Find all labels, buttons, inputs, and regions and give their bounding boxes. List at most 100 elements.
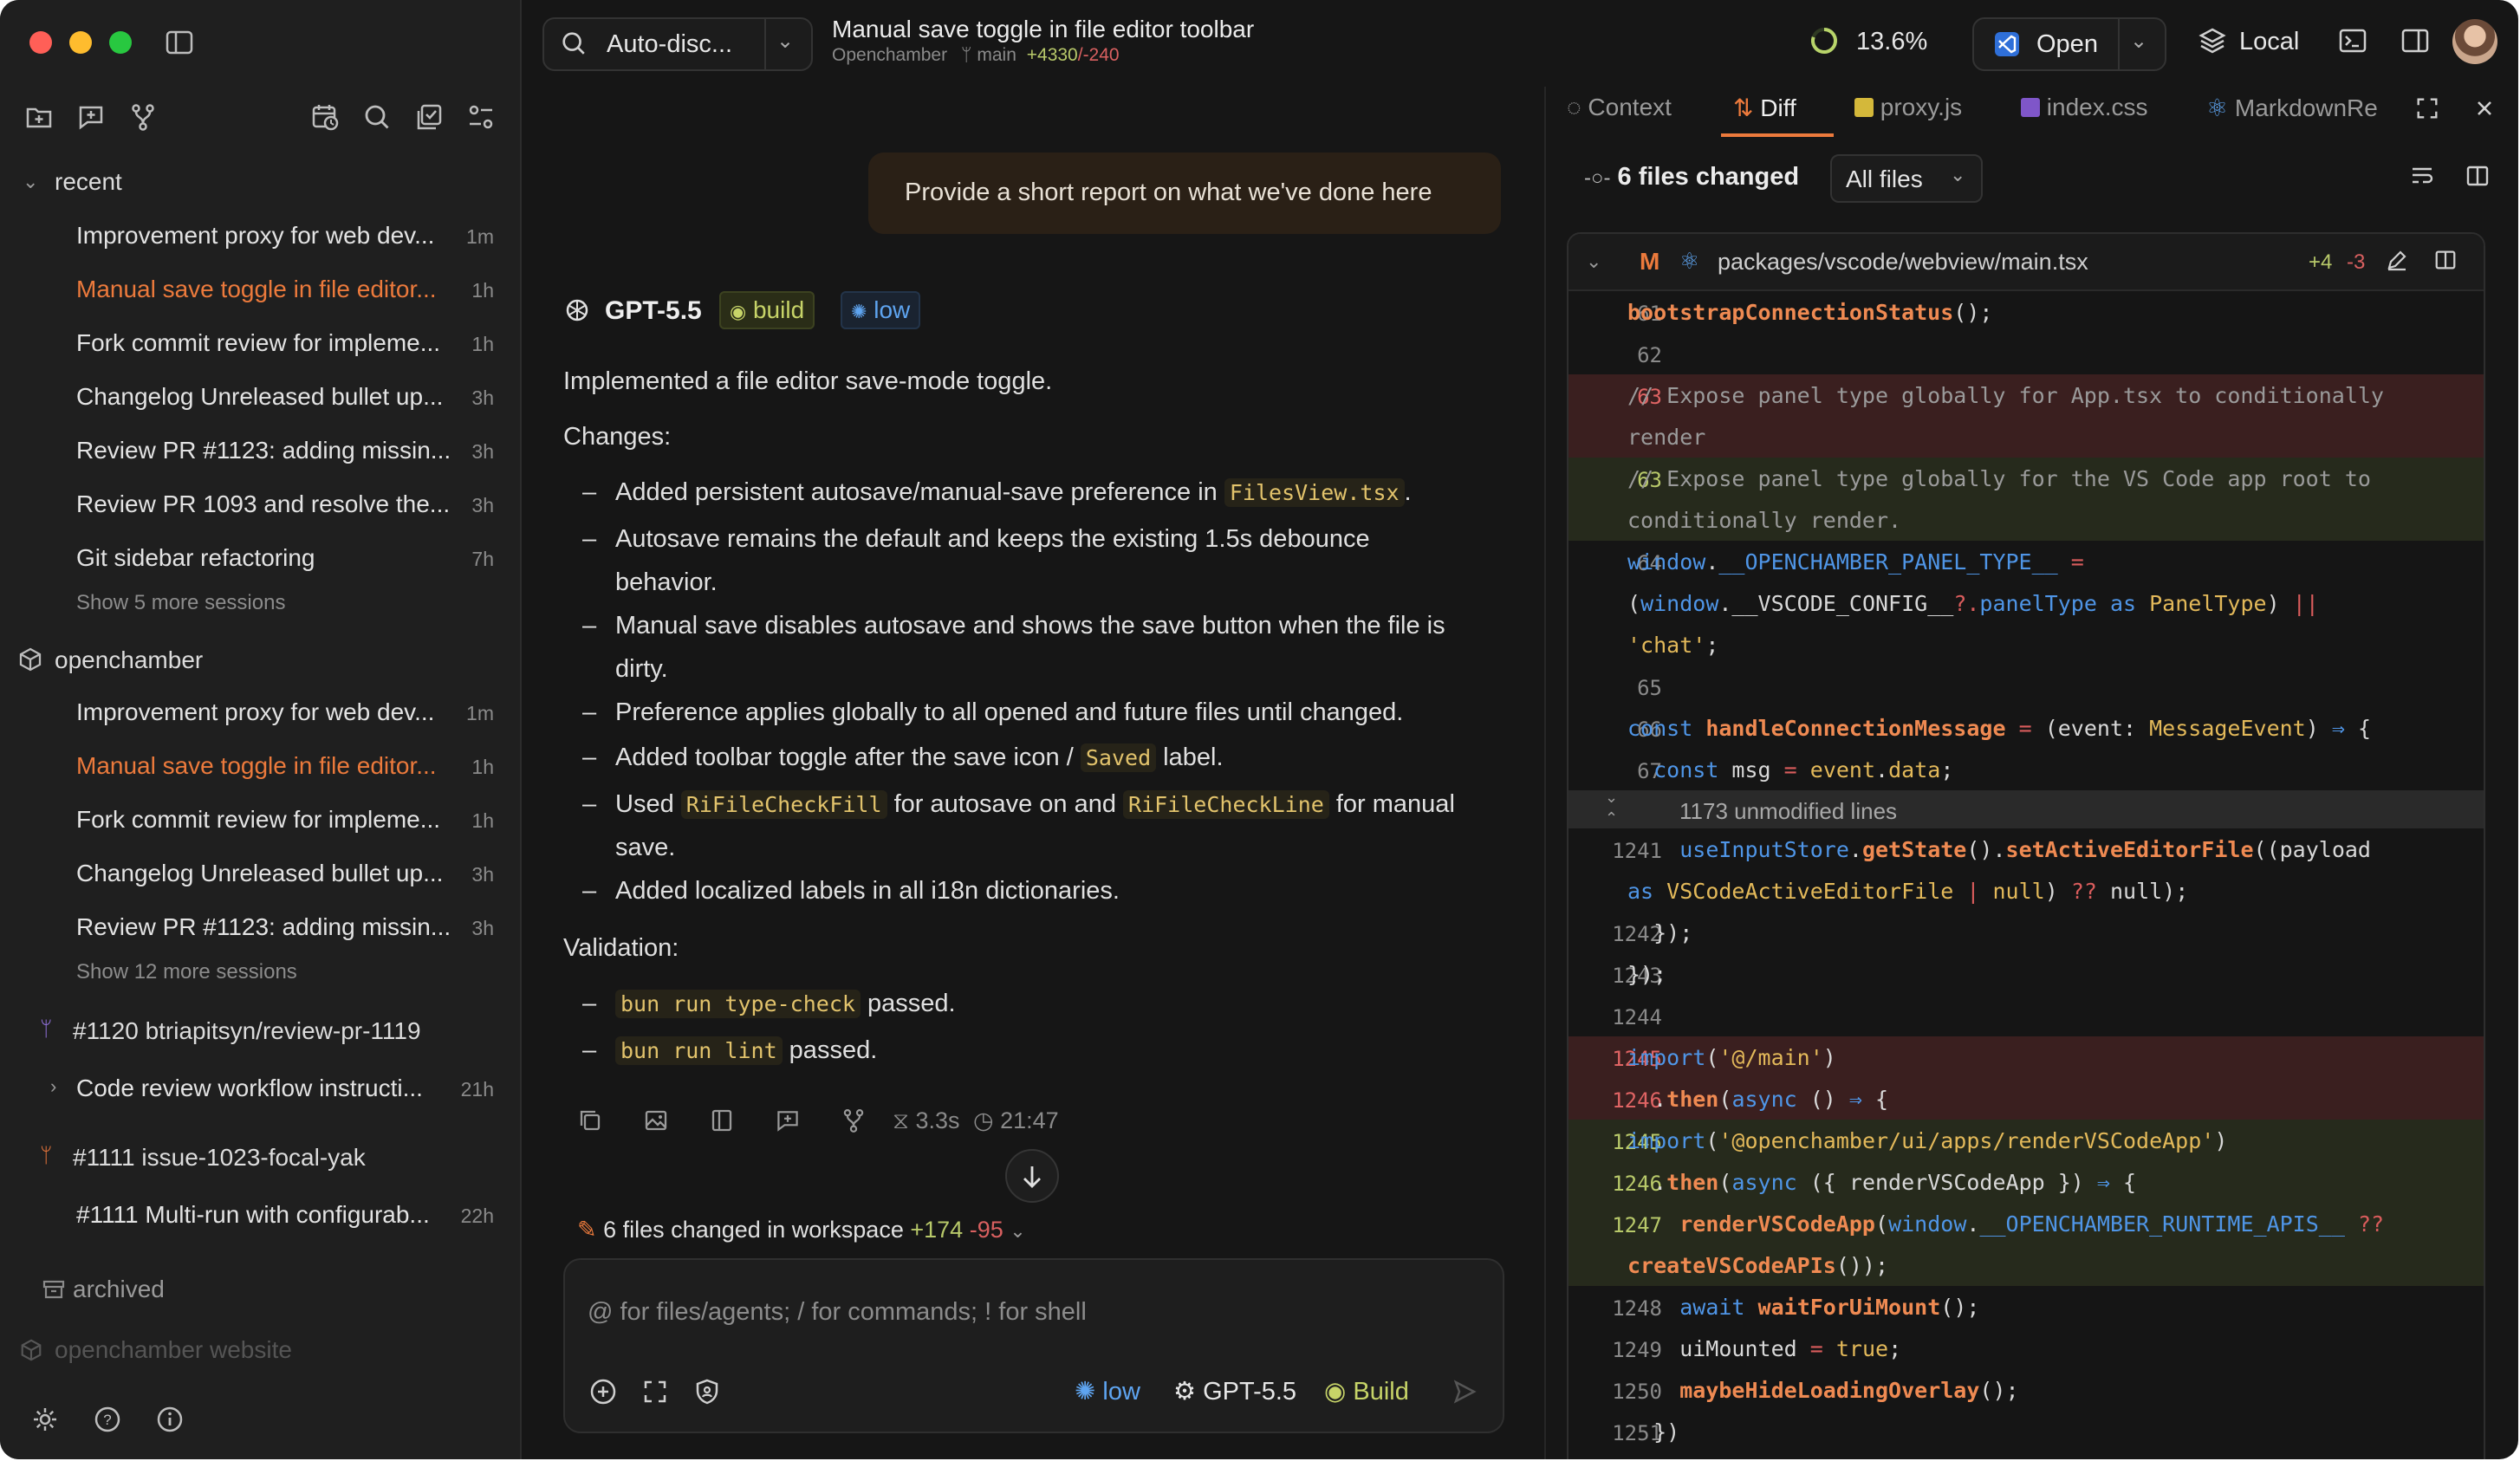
avatar[interactable]: [2452, 19, 2497, 64]
composer-input[interactable]: @ for files/agents; / for commands; ! fo…: [588, 1298, 1087, 1327]
zoom-window-button[interactable]: [109, 31, 132, 54]
session-title: Fork commit review for impleme...: [76, 806, 441, 833]
list-item[interactable]: › Code review workflow instructi... 21h: [0, 1062, 520, 1113]
tab-proxy-js[interactable]: proxy.js: [1854, 94, 1962, 121]
clock-icon: ◷: [973, 1107, 994, 1133]
model-label: GPT-5.5: [1203, 1378, 1297, 1406]
project-section-label[interactable]: openchamber: [55, 646, 203, 674]
workspace-changes-summary[interactable]: ✎ 6 files changed in workspace +174 -95 …: [577, 1217, 1026, 1243]
code-text: const handleConnectionMessage = (event: …: [1627, 716, 2372, 741]
search-icon[interactable]: [362, 102, 392, 132]
file-status-badge: M: [1640, 248, 1660, 275]
list-item[interactable]: Changelog Unreleased bullet up... 3h: [0, 847, 520, 898]
list-item[interactable]: Review PR #1123: adding missin... 3h: [0, 425, 520, 475]
tab-context[interactable]: ◌ Context: [1567, 94, 1672, 121]
list-item[interactable]: Improvement proxy for web dev... 1m: [0, 686, 520, 737]
file-diff-header[interactable]: ⌄ M ⚛ packages/vscode/webview/main.tsx +…: [1569, 234, 2484, 291]
new-project-icon[interactable]: [24, 102, 54, 132]
shield-icon[interactable]: [693, 1378, 721, 1406]
session-title: #1111 Multi-run with configurab...: [76, 1201, 430, 1228]
help-icon[interactable]: ?: [94, 1406, 121, 1433]
list-item[interactable]: Changelog Unreleased bullet up... 3h: [0, 371, 520, 421]
chevron-down-icon[interactable]: ⌄: [1586, 250, 1601, 274]
copy-icon[interactable]: [577, 1107, 603, 1133]
context-progress-icon: [1809, 26, 1839, 55]
chevron-down-icon[interactable]: ⌄: [776, 29, 794, 54]
git-branch-icon: ᛘ: [960, 45, 972, 65]
agent-select-label: Auto-disc...: [607, 30, 733, 58]
composer[interactable]: @ for files/agents; / for commands; ! fo…: [563, 1258, 1504, 1433]
image-icon[interactable]: [643, 1107, 669, 1133]
divider: [764, 19, 766, 69]
sidebar-toggle-icon[interactable]: [165, 28, 194, 57]
additions-count: +174: [910, 1217, 964, 1243]
effort-select[interactable]: ✺ low: [1075, 1376, 1140, 1406]
right-panel-toggle-icon[interactable]: [2400, 26, 2430, 55]
chevron-down-icon[interactable]: ⌄: [23, 170, 38, 194]
chevron-down-icon[interactable]: ⌄: [1010, 1220, 1025, 1242]
split-view-icon[interactable]: [2465, 163, 2491, 189]
settings-gear-icon[interactable]: [31, 1406, 59, 1433]
list-item[interactable]: Review PR 1093 and resolve the... 3h: [0, 478, 520, 529]
archived-section-label[interactable]: archived: [73, 1276, 165, 1303]
layers-icon[interactable]: [2198, 26, 2227, 55]
recent-section-label[interactable]: recent: [55, 168, 122, 196]
list-item[interactable]: Manual save toggle in file editor... 1h: [0, 740, 520, 790]
new-session-icon[interactable]: [775, 1107, 801, 1133]
agent-select-composer[interactable]: ◉ Build: [1324, 1376, 1409, 1406]
session-time: 3h: [471, 386, 494, 409]
split-view-icon[interactable]: [709, 1107, 735, 1133]
expand-down-icon[interactable]: ⌃: [1605, 809, 1618, 828]
worktree-label-1120[interactable]: #1120 btriapitsyn/review-pr-1119: [73, 1017, 421, 1045]
session-time: 1m: [466, 225, 494, 248]
local-label[interactable]: Local: [2239, 28, 2299, 56]
info-icon[interactable]: [156, 1406, 184, 1433]
fullscreen-icon[interactable]: [2414, 95, 2440, 121]
multi-select-icon[interactable]: [414, 102, 444, 132]
list-item[interactable]: Improvement proxy for web dev... 1m: [0, 210, 520, 260]
model-select[interactable]: ⚙ GPT-5.5: [1173, 1376, 1296, 1406]
add-attachment-icon[interactable]: [589, 1378, 617, 1406]
scroll-to-bottom-button[interactable]: [1005, 1149, 1059, 1203]
schedule-icon[interactable]: [310, 102, 340, 132]
list-item[interactable]: Review PR #1123: adding missin... 3h: [0, 901, 520, 951]
list-item[interactable]: #1111 Multi-run with configurab... 22h: [0, 1189, 520, 1239]
unmodified-lines-expander[interactable]: ⌄ ⌃ 1173 unmodified lines: [1569, 789, 2484, 828]
show-more-recent-link[interactable]: Show 5 more sessions: [76, 591, 285, 615]
css-file-icon: [2021, 98, 2040, 117]
git-fork-icon[interactable]: [841, 1107, 867, 1133]
expand-up-icon[interactable]: ⌄: [1605, 789, 1618, 807]
close-icon[interactable]: [2471, 95, 2497, 121]
git-fork-icon[interactable]: [128, 102, 158, 132]
file-filter-select[interactable]: All files ⌄: [1830, 154, 1983, 203]
edit-icon[interactable]: [2385, 248, 2409, 272]
tab-index-css[interactable]: index.css: [2021, 94, 2148, 121]
split-view-icon[interactable]: [2433, 248, 2458, 272]
send-icon[interactable]: [1451, 1378, 1478, 1406]
list-item[interactable]: Manual save toggle in file editor... 1h: [0, 263, 520, 314]
tab-markdown[interactable]: ⚛ MarkdownRe: [2206, 94, 2380, 122]
new-session-icon[interactable]: [76, 102, 106, 132]
filter-settings-icon[interactable]: [466, 102, 496, 132]
chevron-right-icon[interactable]: ›: [50, 1075, 56, 1099]
agent-select[interactable]: Auto-disc... ⌄: [542, 17, 813, 71]
chevron-down-icon[interactable]: ⌄: [2130, 29, 2147, 54]
wrap-lines-icon[interactable]: [2409, 163, 2435, 189]
project-section-label-website[interactable]: openchamber website: [55, 1336, 292, 1364]
show-more-project-link[interactable]: Show 12 more sessions: [76, 960, 297, 984]
inline-code: bun run type-check: [615, 990, 861, 1018]
tab-label: index.css: [2046, 94, 2148, 120]
open-in-editor-button[interactable]: Open ⌄: [1972, 17, 2166, 71]
close-window-button[interactable]: [29, 31, 52, 54]
minimize-window-button[interactable]: [69, 31, 92, 54]
expand-icon[interactable]: [641, 1378, 669, 1406]
model-name: GPT-5.5: [605, 296, 702, 325]
app-window: ⌄ recent Improvement proxy for web dev..…: [0, 0, 2518, 1459]
list-item[interactable]: Fork commit review for impleme... 1h: [0, 317, 520, 367]
list-item[interactable]: Git sidebar refactoring 7h: [0, 532, 520, 582]
answer-intro: Implemented a file editor save-mode togg…: [563, 367, 1053, 395]
tab-diff[interactable]: ⇅ Diff: [1733, 94, 1796, 122]
worktree-label-1111[interactable]: #1111 issue-1023-focal-yak: [73, 1144, 366, 1172]
terminal-icon[interactable]: [2338, 26, 2367, 55]
list-item[interactable]: Fork commit review for impleme... 1h: [0, 794, 520, 844]
